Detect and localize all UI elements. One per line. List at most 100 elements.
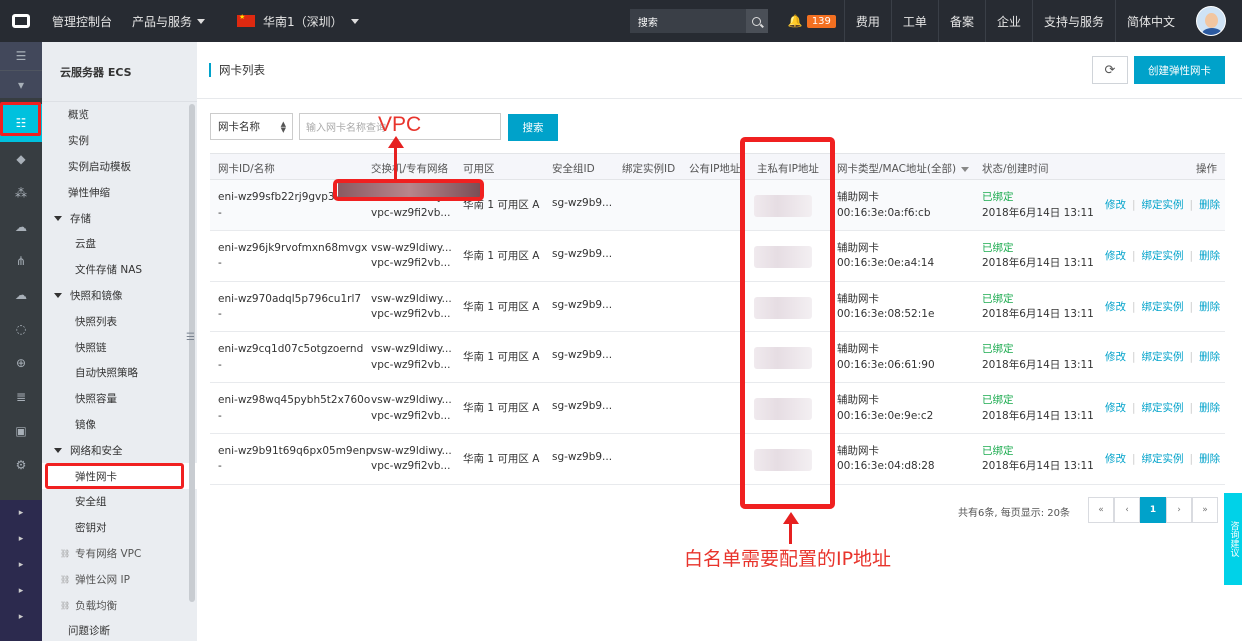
delete-link[interactable]: 删除: [1199, 301, 1220, 313]
vswitch-id[interactable]: vsw-wz9ldiwy...: [371, 343, 452, 355]
cloud-upload-icon[interactable]: ☁: [0, 278, 42, 312]
vpc-id[interactable]: vpc-wz9fi2vb...: [371, 257, 450, 269]
delete-link[interactable]: 删除: [1199, 250, 1220, 262]
sidebar-item-auto-scaling[interactable]: 弹性伸缩: [42, 179, 197, 205]
search-submit-button[interactable]: 搜索: [508, 114, 558, 141]
security-group-cell[interactable]: sg-wz9b9...: [552, 248, 612, 260]
security-group-cell[interactable]: sg-wz9b9...: [552, 197, 612, 209]
collapse-handle-icon[interactable]: ☰: [186, 332, 196, 346]
security-group-cell[interactable]: sg-wz9b9...: [552, 349, 612, 361]
region-selector[interactable]: 华南1（深圳）: [227, 0, 369, 42]
sidebar-item-launch-template[interactable]: 实例启动模板: [42, 154, 197, 180]
network-icon[interactable]: ⊕: [0, 346, 42, 380]
eni-id-cell[interactable]: eni-wz9b91t69q6px05m9enp -: [218, 444, 372, 475]
arrow-down-icon[interactable]: ▾: [0, 70, 42, 98]
sidebar-item-overview[interactable]: 概览: [42, 102, 197, 128]
feedback-side-tab[interactable]: 咨询建议: [1224, 493, 1242, 585]
sidebar-item-disks[interactable]: 云盘: [42, 231, 197, 257]
sidebar-group-network[interactable]: 网络和安全: [42, 437, 197, 463]
sidebar-link-eip[interactable]: 弹性公网 IP: [42, 566, 197, 592]
sidebar-item-images[interactable]: 镜像: [42, 412, 197, 438]
enterprise-link[interactable]: 企业: [984, 0, 1032, 42]
filter-select[interactable]: 网卡名称 ▲ ▼: [210, 113, 293, 140]
modify-link[interactable]: 修改: [1105, 199, 1126, 211]
col-type-mac[interactable]: 网卡类型/MAC地址(全部): [837, 161, 970, 176]
sidebar-link-vpc[interactable]: 专有网络 VPC: [42, 541, 197, 567]
sidebar-item-nas[interactable]: 文件存储 NAS: [42, 257, 197, 283]
vswitch-id[interactable]: vsw-wz9ldiwy...: [371, 445, 452, 457]
pager-prev-button[interactable]: ‹: [1114, 497, 1140, 523]
eni-id-cell[interactable]: eni-wz970adql5p796cu1rl7 -: [218, 292, 361, 323]
vswitch-id[interactable]: vsw-wz9ldiwy...: [371, 242, 452, 254]
pager-first-button[interactable]: «: [1088, 497, 1114, 523]
modify-link[interactable]: 修改: [1105, 351, 1126, 363]
cube-icon[interactable]: ◆: [0, 142, 42, 176]
bind-instance-link[interactable]: 绑定实例: [1142, 453, 1184, 465]
notification-badge[interactable]: 139: [806, 14, 836, 28]
vpc-id[interactable]: vpc-wz9fi2vb...: [371, 207, 450, 219]
delete-link[interactable]: 删除: [1199, 351, 1220, 363]
menu-icon[interactable]: ☰: [0, 42, 42, 70]
cluster-icon[interactable]: ⋔: [0, 244, 42, 278]
modify-link[interactable]: 修改: [1105, 402, 1126, 414]
chip-icon[interactable]: ▣: [0, 414, 42, 448]
cloud-outline-icon[interactable]: ◌: [0, 312, 42, 346]
eni-id-cell[interactable]: eni-wz98wq45pybh5t2x760o -: [218, 393, 370, 424]
pager-page-1[interactable]: 1: [1140, 497, 1166, 523]
bind-instance-link[interactable]: 绑定实例: [1142, 250, 1184, 262]
vswitch-id[interactable]: vsw-wz9ldiwy...: [371, 293, 452, 305]
icp-link[interactable]: 备案: [937, 0, 985, 42]
aliyun-logo-icon[interactable]: [0, 0, 42, 42]
bell-icon[interactable]: 🔔: [788, 14, 803, 28]
delete-link[interactable]: 删除: [1199, 453, 1220, 465]
pager-next-button[interactable]: ›: [1166, 497, 1192, 523]
console-link[interactable]: 管理控制台: [42, 0, 122, 42]
bind-instance-link[interactable]: 绑定实例: [1142, 402, 1184, 414]
security-group-cell[interactable]: sg-wz9b9...: [552, 400, 612, 412]
products-menu[interactable]: 产品与服务: [122, 0, 215, 42]
eni-id[interactable]: eni-wz9b91t69q6px05m9enp: [218, 445, 372, 457]
sidebar-link-slb[interactable]: 负载均衡: [42, 592, 197, 618]
top-search[interactable]: 搜索: [629, 9, 768, 33]
fees-link[interactable]: 费用: [843, 0, 891, 42]
delete-link[interactable]: 删除: [1199, 199, 1220, 211]
create-eni-button[interactable]: 创建弹性网卡: [1134, 56, 1225, 84]
security-group-cell[interactable]: sg-wz9b9...: [552, 299, 612, 311]
sidebar-group-snapshots[interactable]: 快照和镜像: [42, 283, 197, 309]
sidebar-item-diagnosis[interactable]: 问题诊断: [42, 618, 197, 641]
sidebar-group-storage[interactable]: 存储: [42, 205, 197, 231]
sidebar-item-snapshot-chain[interactable]: 快照链: [42, 334, 197, 360]
eni-id[interactable]: eni-wz970adql5p796cu1rl7: [218, 293, 361, 305]
vpc-id[interactable]: vpc-wz9fi2vb...: [371, 460, 450, 472]
modify-link[interactable]: 修改: [1105, 453, 1126, 465]
eni-id-cell[interactable]: eni-wz9cq1d07c5otgzoernd -: [218, 342, 363, 373]
nav-scrollbar[interactable]: [189, 104, 195, 602]
support-link[interactable]: 支持与服务: [1031, 0, 1115, 42]
refresh-button[interactable]: ⟳: [1092, 56, 1128, 84]
sidebar-item-snapshot-capacity[interactable]: 快照容量: [42, 386, 197, 412]
language-link[interactable]: 简体中文: [1114, 0, 1186, 42]
chevron-right-icon[interactable]: ▸: [0, 500, 42, 526]
sidebar-item-security-group[interactable]: 安全组: [42, 489, 197, 515]
sidebar-item-auto-snapshot[interactable]: 自动快照策略: [42, 360, 197, 386]
chevron-right-icon[interactable]: ▸: [0, 604, 42, 630]
modify-link[interactable]: 修改: [1105, 301, 1126, 313]
bind-instance-link[interactable]: 绑定实例: [1142, 199, 1184, 211]
top-search-input[interactable]: 搜索: [630, 14, 746, 29]
delete-link[interactable]: 删除: [1199, 402, 1220, 414]
sidebar-item-snapshot-list[interactable]: 快照列表: [42, 308, 197, 334]
bind-instance-link[interactable]: 绑定实例: [1142, 351, 1184, 363]
security-group-cell[interactable]: sg-wz9b9...: [552, 451, 612, 463]
share-icon[interactable]: ⁂: [0, 176, 42, 210]
sidebar-item-instances[interactable]: 实例: [42, 128, 197, 154]
eni-id-cell[interactable]: eni-wz96jk9rvofmxn68mvgx -: [218, 241, 367, 272]
sidebar-item-keypair[interactable]: 密钥对: [42, 515, 197, 541]
search-button[interactable]: [745, 9, 768, 33]
eni-id[interactable]: eni-wz96jk9rvofmxn68mvgx: [218, 242, 367, 254]
modify-link[interactable]: 修改: [1105, 250, 1126, 262]
pager-last-button[interactable]: »: [1192, 497, 1218, 523]
user-avatar[interactable]: [1196, 6, 1226, 36]
storage-icon[interactable]: ≣: [0, 380, 42, 414]
gear-icon[interactable]: ⚙: [0, 448, 42, 482]
eni-id[interactable]: eni-wz98wq45pybh5t2x760o: [218, 394, 370, 406]
